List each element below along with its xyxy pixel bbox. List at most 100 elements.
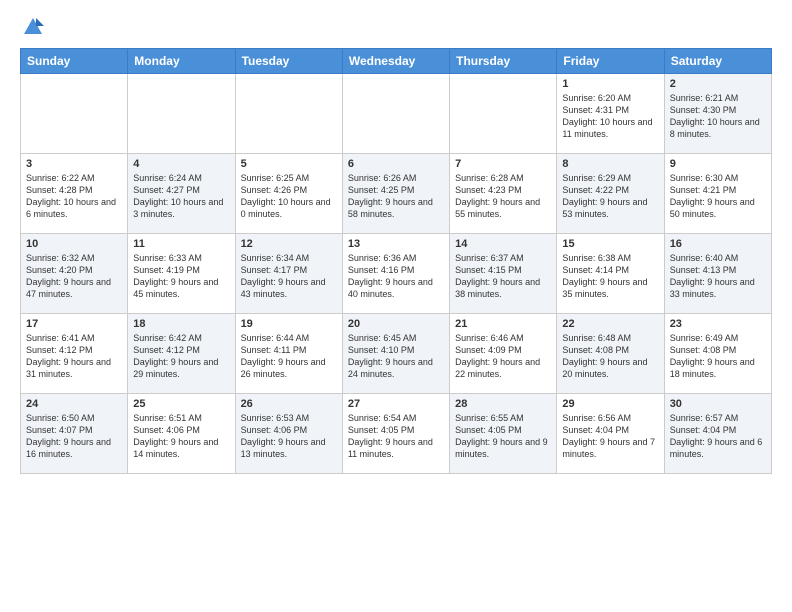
calendar-header-sunday: Sunday	[21, 49, 128, 74]
day-info: Sunrise: 6:40 AM Sunset: 4:13 PM Dayligh…	[670, 252, 766, 301]
day-number: 11	[133, 238, 229, 250]
day-number: 8	[562, 158, 658, 170]
header	[20, 16, 772, 38]
calendar-header-row: SundayMondayTuesdayWednesdayThursdayFrid…	[21, 49, 772, 74]
logo	[20, 16, 44, 38]
calendar-cell: 16 Sunrise: 6:40 AM Sunset: 4:13 PM Dayli…	[664, 234, 771, 314]
calendar-header-friday: Friday	[557, 49, 664, 74]
day-number: 29	[562, 398, 658, 410]
day-info: Sunrise: 6:57 AM Sunset: 4:04 PM Dayligh…	[670, 412, 766, 461]
day-number: 25	[133, 398, 229, 410]
calendar-cell: 4 Sunrise: 6:24 AM Sunset: 4:27 PM Daylig…	[128, 154, 235, 234]
calendar-cell	[342, 74, 449, 154]
day-info: Sunrise: 6:42 AM Sunset: 4:12 PM Dayligh…	[133, 332, 229, 381]
day-info: Sunrise: 6:30 AM Sunset: 4:21 PM Dayligh…	[670, 172, 766, 221]
day-info: Sunrise: 6:49 AM Sunset: 4:08 PM Dayligh…	[670, 332, 766, 381]
calendar-week-5: 24 Sunrise: 6:50 AM Sunset: 4:07 PM Dayli…	[21, 394, 772, 474]
calendar-cell: 15 Sunrise: 6:38 AM Sunset: 4:14 PM Dayli…	[557, 234, 664, 314]
calendar-cell: 20 Sunrise: 6:45 AM Sunset: 4:10 PM Dayli…	[342, 314, 449, 394]
calendar-header-wednesday: Wednesday	[342, 49, 449, 74]
day-number: 15	[562, 238, 658, 250]
day-number: 16	[670, 238, 766, 250]
calendar-cell: 8 Sunrise: 6:29 AM Sunset: 4:22 PM Daylig…	[557, 154, 664, 234]
day-info: Sunrise: 6:28 AM Sunset: 4:23 PM Dayligh…	[455, 172, 551, 221]
day-number: 13	[348, 238, 444, 250]
day-info: Sunrise: 6:50 AM Sunset: 4:07 PM Dayligh…	[26, 412, 122, 461]
calendar-cell: 5 Sunrise: 6:25 AM Sunset: 4:26 PM Daylig…	[235, 154, 342, 234]
day-number: 24	[26, 398, 122, 410]
calendar-cell	[21, 74, 128, 154]
day-info: Sunrise: 6:51 AM Sunset: 4:06 PM Dayligh…	[133, 412, 229, 461]
day-number: 23	[670, 318, 766, 330]
calendar-body: 1Sunrise: 6:20 AM Sunset: 4:31 PM Daylig…	[21, 74, 772, 474]
calendar-cell: 26Sunrise: 6:53 AM Sunset: 4:06 PM Dayli…	[235, 394, 342, 474]
day-number: 14	[455, 238, 551, 250]
day-info: Sunrise: 6:37 AM Sunset: 4:15 PM Dayligh…	[455, 252, 551, 301]
calendar-cell: 1Sunrise: 6:20 AM Sunset: 4:31 PM Daylig…	[557, 74, 664, 154]
logo-icon	[22, 16, 44, 38]
calendar-cell: 19Sunrise: 6:44 AM Sunset: 4:11 PM Dayli…	[235, 314, 342, 394]
calendar-cell	[235, 74, 342, 154]
day-info: Sunrise: 6:36 AM Sunset: 4:16 PM Dayligh…	[348, 252, 444, 301]
calendar-header-thursday: Thursday	[450, 49, 557, 74]
calendar-cell: 14 Sunrise: 6:37 AM Sunset: 4:15 PM Dayli…	[450, 234, 557, 314]
calendar-cell	[450, 74, 557, 154]
day-info: Sunrise: 6:45 AM Sunset: 4:10 PM Dayligh…	[348, 332, 444, 381]
day-info: Sunrise: 6:34 AM Sunset: 4:17 PM Dayligh…	[241, 252, 337, 301]
day-info: Sunrise: 6:41 AM Sunset: 4:12 PM Dayligh…	[26, 332, 122, 381]
day-number: 6	[348, 158, 444, 170]
day-info: Sunrise: 6:24 AM Sunset: 4:27 PM Dayligh…	[133, 172, 229, 221]
day-number: 9	[670, 158, 766, 170]
day-info: Sunrise: 6:48 AM Sunset: 4:08 PM Dayligh…	[562, 332, 658, 381]
day-info: Sunrise: 6:46 AM Sunset: 4:09 PM Dayligh…	[455, 332, 551, 381]
day-number: 17	[26, 318, 122, 330]
calendar-cell: 10 Sunrise: 6:32 AM Sunset: 4:20 PM Dayli…	[21, 234, 128, 314]
calendar-cell: 9 Sunrise: 6:30 AM Sunset: 4:21 PM Daylig…	[664, 154, 771, 234]
day-number: 20	[348, 318, 444, 330]
calendar-cell: 27Sunrise: 6:54 AM Sunset: 4:05 PM Dayli…	[342, 394, 449, 474]
day-number: 22	[562, 318, 658, 330]
calendar-cell: 22 Sunrise: 6:48 AM Sunset: 4:08 PM Dayli…	[557, 314, 664, 394]
day-number: 12	[241, 238, 337, 250]
day-info: Sunrise: 6:26 AM Sunset: 4:25 PM Dayligh…	[348, 172, 444, 221]
calendar-header-saturday: Saturday	[664, 49, 771, 74]
day-number: 28	[455, 398, 551, 410]
day-number: 27	[348, 398, 444, 410]
day-number: 30	[670, 398, 766, 410]
calendar-cell: 13 Sunrise: 6:36 AM Sunset: 4:16 PM Dayli…	[342, 234, 449, 314]
day-info: Sunrise: 6:25 AM Sunset: 4:26 PM Dayligh…	[241, 172, 337, 221]
day-number: 5	[241, 158, 337, 170]
calendar-cell: 12 Sunrise: 6:34 AM Sunset: 4:17 PM Dayli…	[235, 234, 342, 314]
day-number: 10	[26, 238, 122, 250]
day-info: Sunrise: 6:22 AM Sunset: 4:28 PM Dayligh…	[26, 172, 122, 221]
calendar-cell: 25 Sunrise: 6:51 AM Sunset: 4:06 PM Dayli…	[128, 394, 235, 474]
day-number: 2	[670, 78, 766, 90]
page: SundayMondayTuesdayWednesdayThursdayFrid…	[0, 0, 792, 612]
calendar-cell: 23 Sunrise: 6:49 AM Sunset: 4:08 PM Dayli…	[664, 314, 771, 394]
day-number: 21	[455, 318, 551, 330]
calendar-cell: 3Sunrise: 6:22 AM Sunset: 4:28 PM Daylig…	[21, 154, 128, 234]
calendar-cell: 30 Sunrise: 6:57 AM Sunset: 4:04 PM Dayli…	[664, 394, 771, 474]
calendar: SundayMondayTuesdayWednesdayThursdayFrid…	[20, 48, 772, 474]
day-info: Sunrise: 6:55 AM Sunset: 4:05 PM Dayligh…	[455, 412, 551, 461]
day-info: Sunrise: 6:21 AM Sunset: 4:30 PM Dayligh…	[670, 92, 766, 141]
day-info: Sunrise: 6:38 AM Sunset: 4:14 PM Dayligh…	[562, 252, 658, 301]
day-info: Sunrise: 6:56 AM Sunset: 4:04 PM Dayligh…	[562, 412, 658, 461]
calendar-cell: 11 Sunrise: 6:33 AM Sunset: 4:19 PM Dayli…	[128, 234, 235, 314]
calendar-cell: 18 Sunrise: 6:42 AM Sunset: 4:12 PM Dayli…	[128, 314, 235, 394]
calendar-header-tuesday: Tuesday	[235, 49, 342, 74]
day-info: Sunrise: 6:33 AM Sunset: 4:19 PM Dayligh…	[133, 252, 229, 301]
day-number: 1	[562, 78, 658, 90]
calendar-header-monday: Monday	[128, 49, 235, 74]
day-info: Sunrise: 6:53 AM Sunset: 4:06 PM Dayligh…	[241, 412, 337, 461]
day-info: Sunrise: 6:32 AM Sunset: 4:20 PM Dayligh…	[26, 252, 122, 301]
day-info: Sunrise: 6:29 AM Sunset: 4:22 PM Dayligh…	[562, 172, 658, 221]
day-number: 4	[133, 158, 229, 170]
calendar-week-1: 1Sunrise: 6:20 AM Sunset: 4:31 PM Daylig…	[21, 74, 772, 154]
calendar-cell: 21 Sunrise: 6:46 AM Sunset: 4:09 PM Dayli…	[450, 314, 557, 394]
day-number: 18	[133, 318, 229, 330]
day-info: Sunrise: 6:44 AM Sunset: 4:11 PM Dayligh…	[241, 332, 337, 381]
calendar-cell: 2 Sunrise: 6:21 AM Sunset: 4:30 PM Daylig…	[664, 74, 771, 154]
calendar-cell: 6 Sunrise: 6:26 AM Sunset: 4:25 PM Daylig…	[342, 154, 449, 234]
calendar-cell	[128, 74, 235, 154]
